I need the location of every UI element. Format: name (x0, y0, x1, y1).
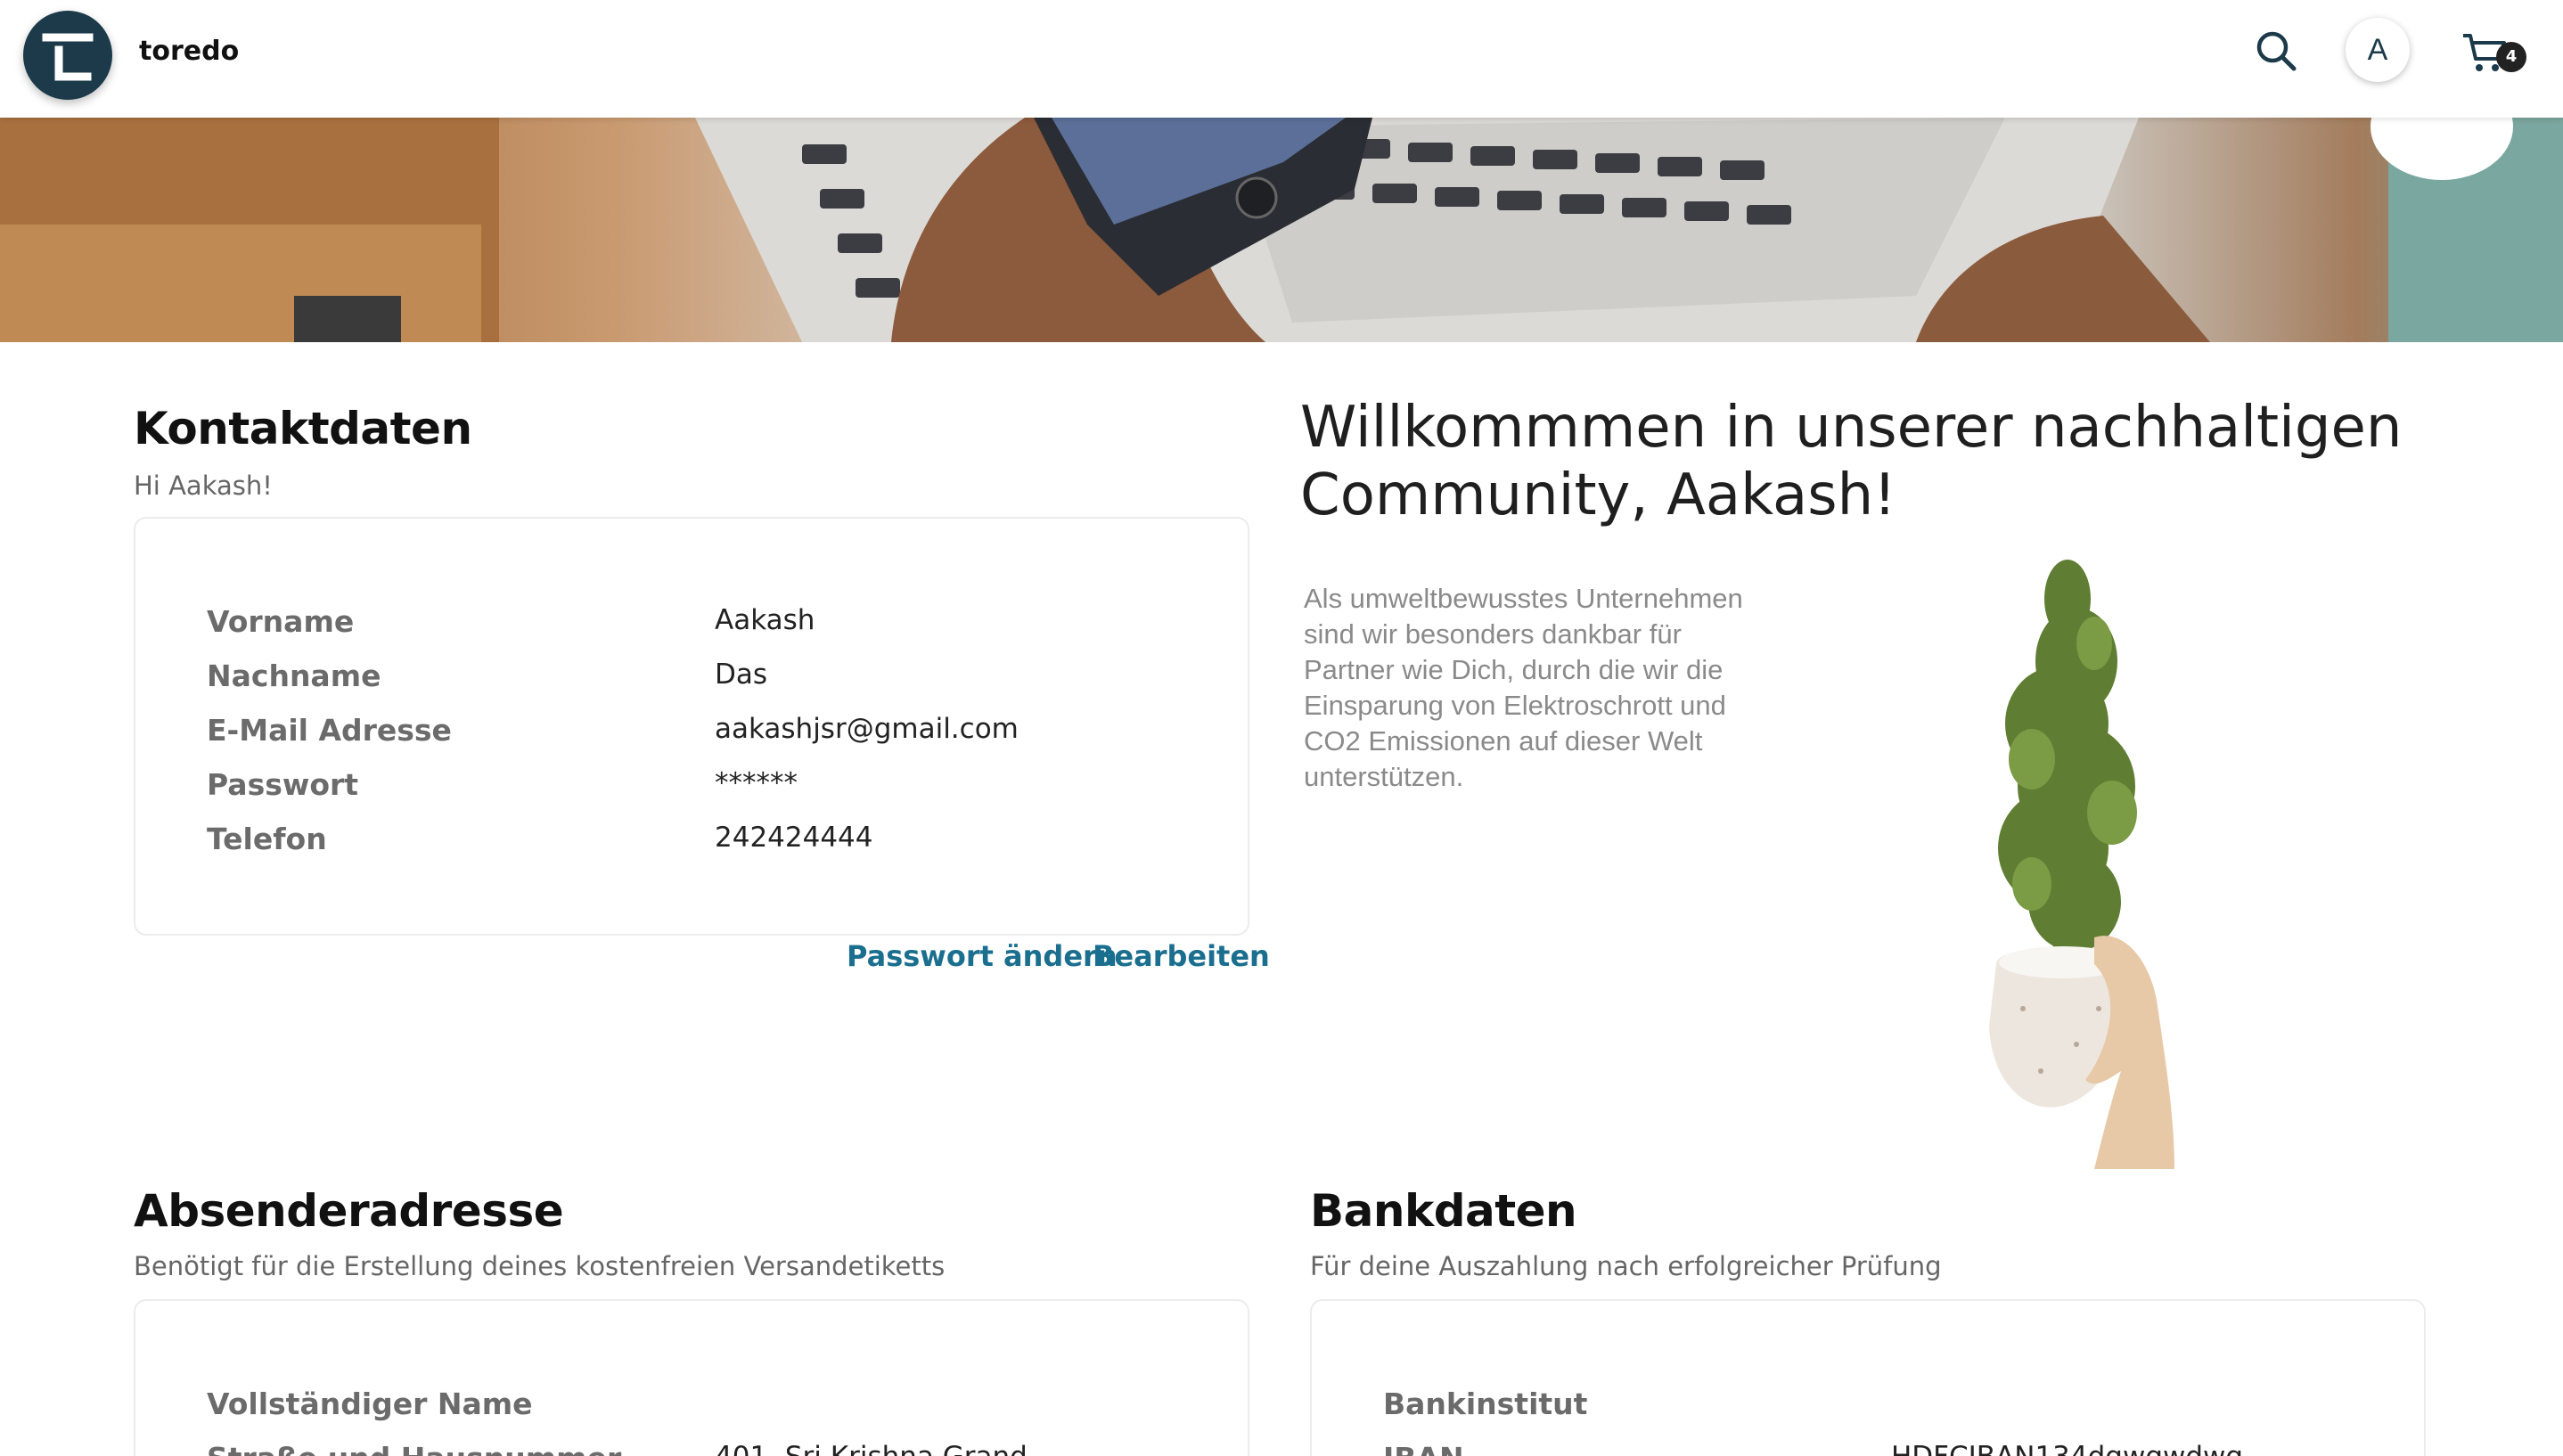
field-label-street: Straße und Hausnummer (207, 1441, 621, 1456)
field-label-iban: IBAN (1383, 1441, 1464, 1456)
field-value-firstname: Aakash (715, 604, 815, 636)
brand-name[interactable]: toredo (139, 36, 239, 67)
field-value-lastname: Das (715, 658, 768, 691)
cart-count-badge: 4 (2496, 42, 2526, 72)
bank-section-title: Bankdaten (1310, 1185, 1577, 1237)
field-value-iban: HDFCIBAN134dgwgwdwg (1891, 1441, 2243, 1456)
field-label-bank: Bankinstitut (1383, 1386, 1588, 1421)
bank-card: Bankinstitut IBAN HDFCIBAN134dgwgwdwg (1310, 1299, 2426, 1456)
contact-section-title: Kontaktdaten (134, 403, 472, 454)
top-header: toredo A 4 (0, 0, 2563, 118)
welcome-heading: Willkommmen in unserer nachhaltigen Comm… (1300, 395, 2403, 528)
plant-in-hand-image (1943, 545, 2228, 1169)
field-label-password: Passwort (207, 767, 359, 802)
address-section-title: Absenderadresse (134, 1185, 564, 1237)
field-label-firstname: Vorname (207, 604, 355, 639)
edit-contact-link[interactable]: Bearbeiten (1093, 939, 1270, 973)
change-password-link[interactable]: Passwort ändern (847, 939, 1118, 973)
field-value-email: aakashjsr@gmail.com (715, 713, 1019, 745)
hero-banner-image (0, 118, 2563, 342)
toredo-logo-icon[interactable] (23, 11, 112, 100)
field-value-phone: 242424444 (715, 822, 873, 854)
field-value-password: ****** (715, 767, 798, 799)
contact-card: Vorname Aakash Nachname Das E-Mail Adres… (134, 517, 1249, 936)
welcome-text: Als umweltbewusstes Unternehmen sind wir… (1304, 583, 1743, 792)
user-avatar[interactable]: A (2346, 18, 2410, 82)
address-card: Vollständiger Name Straße und Hausnummer… (134, 1299, 1249, 1456)
address-subtitle: Benötigt für die Erstellung deines koste… (134, 1251, 946, 1281)
field-label-email: E-Mail Adresse (207, 713, 452, 748)
search-icon[interactable] (2255, 29, 2297, 72)
field-label-fullname: Vollständiger Name (207, 1386, 533, 1421)
field-label-phone: Telefon (207, 822, 327, 856)
contact-greeting: Hi Aakash! (134, 470, 273, 501)
bank-subtitle: Für deine Auszahlung nach erfolgreicher … (1310, 1251, 1942, 1281)
field-label-lastname: Nachname (207, 658, 381, 693)
field-value-street: 401, Sri Krishna Grand (715, 1441, 1028, 1456)
